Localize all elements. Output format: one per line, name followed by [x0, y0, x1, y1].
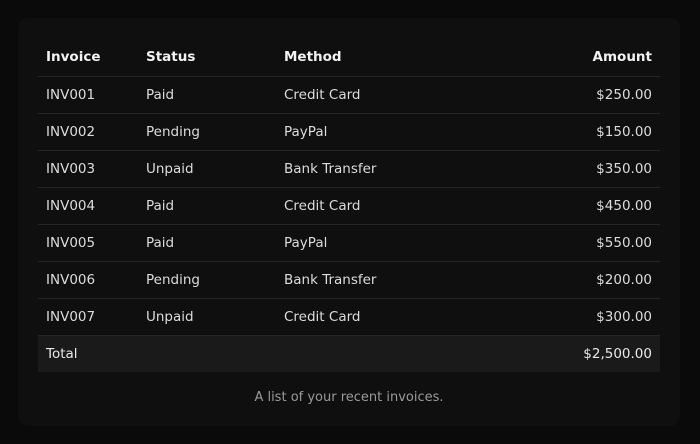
table-row: INV005 Paid PayPal $550.00	[38, 224, 660, 262]
table-row: INV004 Paid Credit Card $450.00	[38, 187, 660, 225]
table-row: INV006 Pending Bank Transfer $200.00	[38, 261, 660, 299]
method-cell: PayPal	[276, 224, 412, 262]
invoice-cell: INV001	[38, 76, 138, 114]
total-row: Total $2,500.00	[38, 335, 660, 372]
header-invoice: Invoice	[38, 38, 138, 77]
amount-cell: $450.00	[412, 187, 660, 225]
total-label: Total	[38, 335, 412, 372]
table-row: INV002 Pending PayPal $150.00	[38, 113, 660, 151]
table-body: INV001 Paid Credit Card $250.00 INV002 P…	[38, 76, 660, 336]
invoice-cell: INV005	[38, 224, 138, 262]
amount-cell: $350.00	[412, 150, 660, 188]
status-cell: Paid	[138, 187, 276, 225]
status-cell: Pending	[138, 261, 276, 299]
invoice-table: Invoice Status Method Amount INV001 Paid…	[38, 38, 660, 372]
table-row: INV007 Unpaid Credit Card $300.00	[38, 298, 660, 336]
amount-cell: $250.00	[412, 76, 660, 114]
invoice-cell: INV007	[38, 298, 138, 336]
invoice-cell: INV002	[38, 113, 138, 151]
method-cell: Credit Card	[276, 76, 412, 114]
method-cell: Bank Transfer	[276, 261, 412, 299]
total-amount: $2,500.00	[412, 335, 660, 372]
invoice-cell: INV004	[38, 187, 138, 225]
status-cell: Paid	[138, 224, 276, 262]
header-amount: Amount	[412, 38, 660, 77]
table-row: INV003 Unpaid Bank Transfer $350.00	[38, 150, 660, 188]
invoice-table-card: Invoice Status Method Amount INV001 Paid…	[18, 18, 680, 426]
header-row: Invoice Status Method Amount	[38, 38, 660, 77]
amount-cell: $550.00	[412, 224, 660, 262]
method-cell: Bank Transfer	[276, 150, 412, 188]
amount-cell: $200.00	[412, 261, 660, 299]
status-cell: Pending	[138, 113, 276, 151]
table-footer: Total $2,500.00	[38, 335, 660, 372]
status-cell: Unpaid	[138, 298, 276, 336]
status-cell: Unpaid	[138, 150, 276, 188]
table-row: INV001 Paid Credit Card $250.00	[38, 76, 660, 114]
status-cell: Paid	[138, 76, 276, 114]
method-cell: Credit Card	[276, 187, 412, 225]
invoice-cell: INV003	[38, 150, 138, 188]
header-method: Method	[276, 38, 412, 77]
amount-cell: $150.00	[412, 113, 660, 151]
method-cell: Credit Card	[276, 298, 412, 336]
table-header: Invoice Status Method Amount	[38, 38, 660, 77]
amount-cell: $300.00	[412, 298, 660, 336]
header-status: Status	[138, 38, 276, 77]
invoice-cell: INV006	[38, 261, 138, 299]
method-cell: PayPal	[276, 113, 412, 151]
table-caption: A list of your recent invoices.	[254, 390, 444, 405]
